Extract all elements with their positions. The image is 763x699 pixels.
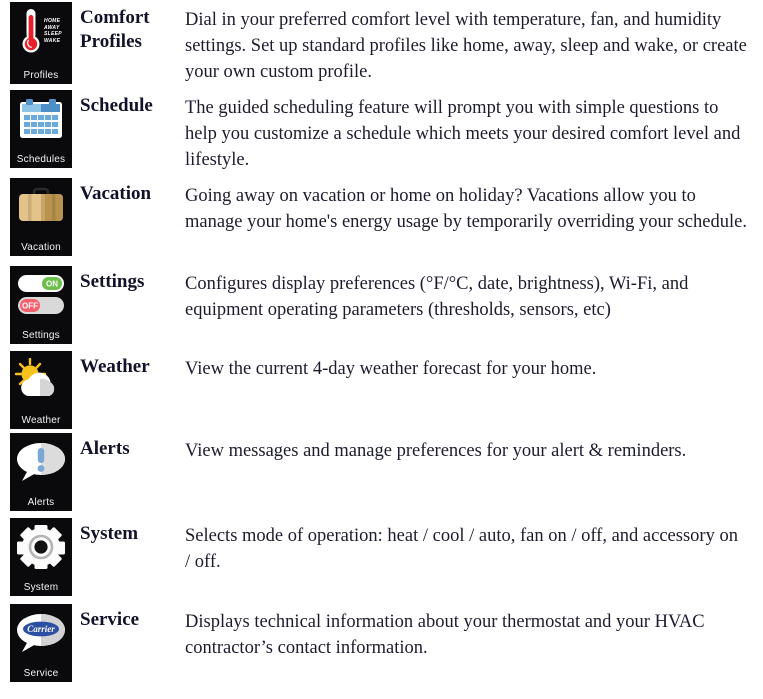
feature-description-service: Displays technical information about you… <box>185 604 763 661</box>
icon-tile-schedule[interactable]: Schedules <box>10 90 72 168</box>
svg-text:OFF: OFF <box>22 302 38 311</box>
icon-tile-system[interactable]: System <box>10 518 72 596</box>
icon-cell-profiles: HOME AWAY SLEEP WAKE Profiles <box>0 2 80 84</box>
icon-cell-vacation: Vacation <box>0 178 80 256</box>
description-text: Configures display preferences (°F/°C, d… <box>185 274 689 320</box>
carrier-logo-service-icon: Carrier <box>10 605 72 661</box>
svg-text:Carrier: Carrier <box>27 624 55 634</box>
feature-heading-vacation: Vacation <box>80 183 152 204</box>
feature-list: HOME AWAY SLEEP WAKE Profiles Comfort Pr… <box>0 0 763 692</box>
feature-row-schedule: Schedules Schedule The guided scheduling… <box>0 90 763 178</box>
thermometer-mode-labels: HOME AWAY SLEEP WAKE <box>44 18 62 44</box>
feature-description-schedule: The guided scheduling feature will promp… <box>185 90 763 173</box>
tile-caption-schedules: Schedules <box>16 154 66 165</box>
thermometer-profiles-icon: HOME AWAY SLEEP WAKE <box>10 3 72 59</box>
feature-description-vacation: Going away on vacation or home on holida… <box>185 178 763 235</box>
feature-row-vacation: Vacation Vacation Going away on vacation… <box>0 178 763 266</box>
suitcase-vacation-icon <box>10 179 72 235</box>
icon-cell-system: System <box>0 518 80 596</box>
feature-row-alerts: Alerts Alerts View messages and manage p… <box>0 433 763 518</box>
icon-tile-alerts[interactable]: Alerts <box>10 433 72 511</box>
tile-caption-weather: Weather <box>21 415 61 426</box>
description-text: Selects mode of operation: heat / cool /… <box>185 526 738 572</box>
mode-label-wake: WAKE <box>44 37 61 44</box>
description-text: View messages and manage preferences for… <box>185 441 687 461</box>
toggle-switches-settings-icon: ON OFF <box>10 267 72 323</box>
feature-row-system: System System Selects mode of operation:… <box>0 518 763 604</box>
description-text: Displays technical information about you… <box>185 612 705 658</box>
feature-heading-settings: Settings <box>80 271 145 292</box>
icon-cell-service: Carrier Service <box>0 604 80 682</box>
feature-heading-schedule: Schedule <box>80 95 153 116</box>
icon-tile-service[interactable]: Carrier Service <box>10 604 72 682</box>
icon-cell-weather: Weather <box>0 351 80 429</box>
sun-cloud-weather-icon <box>10 352 72 408</box>
svg-text:ON: ON <box>46 280 58 289</box>
gear-system-icon <box>10 519 72 575</box>
tile-caption-service: Service <box>23 668 59 679</box>
feature-row-service: Carrier Service Service Displays technic… <box>0 604 763 692</box>
tile-caption-vacation: Vacation <box>21 242 61 253</box>
description-text: View the current 4-day weather forecast … <box>185 359 597 379</box>
icon-tile-vacation[interactable]: Vacation <box>10 178 72 256</box>
feature-heading-service: Service <box>80 609 140 630</box>
feature-description-profiles: Dial in your preferred comfort level wit… <box>185 2 763 85</box>
feature-heading-alerts: Alerts <box>80 438 130 459</box>
feature-row-weather: Weather Weather View the current 4-day w… <box>0 351 763 433</box>
icon-tile-profiles[interactable]: HOME AWAY SLEEP WAKE Profiles <box>10 2 72 84</box>
icon-tile-weather[interactable]: Weather <box>10 351 72 429</box>
feature-description-settings: Configures display preferences (°F/°C, d… <box>185 266 763 323</box>
icon-cell-settings: ON OFF Settings <box>0 266 80 344</box>
description-text: Dial in your preferred comfort level wit… <box>185 10 747 82</box>
feature-heading-weather: Weather <box>80 356 150 377</box>
tile-caption-profiles: Profiles <box>23 70 59 81</box>
feature-row-profiles: HOME AWAY SLEEP WAKE Profiles Comfort Pr… <box>0 2 763 90</box>
feature-description-weather: View the current 4-day weather forecast … <box>185 351 763 382</box>
feature-row-settings: ON OFF Settings Settings Configures disp… <box>0 266 763 351</box>
tile-caption-system: System <box>23 582 59 593</box>
description-text: The guided scheduling feature will promp… <box>185 98 741 170</box>
tile-caption-settings: Settings <box>22 330 60 341</box>
speech-bubble-alert-icon <box>10 434 72 490</box>
calendar-schedules-icon <box>10 91 72 147</box>
icon-tile-settings[interactable]: ON OFF Settings <box>10 266 72 344</box>
description-text: Going away on vacation or home on holida… <box>185 186 747 232</box>
feature-heading-profiles: Comfort Profiles <box>80 7 150 52</box>
tile-caption-alerts: Alerts <box>27 497 55 508</box>
feature-description-alerts: View messages and manage preferences for… <box>185 433 763 464</box>
icon-cell-schedule: Schedules <box>0 90 80 168</box>
icon-cell-alerts: Alerts <box>0 433 80 511</box>
feature-heading-system: System <box>80 523 139 544</box>
feature-description-system: Selects mode of operation: heat / cool /… <box>185 518 763 575</box>
